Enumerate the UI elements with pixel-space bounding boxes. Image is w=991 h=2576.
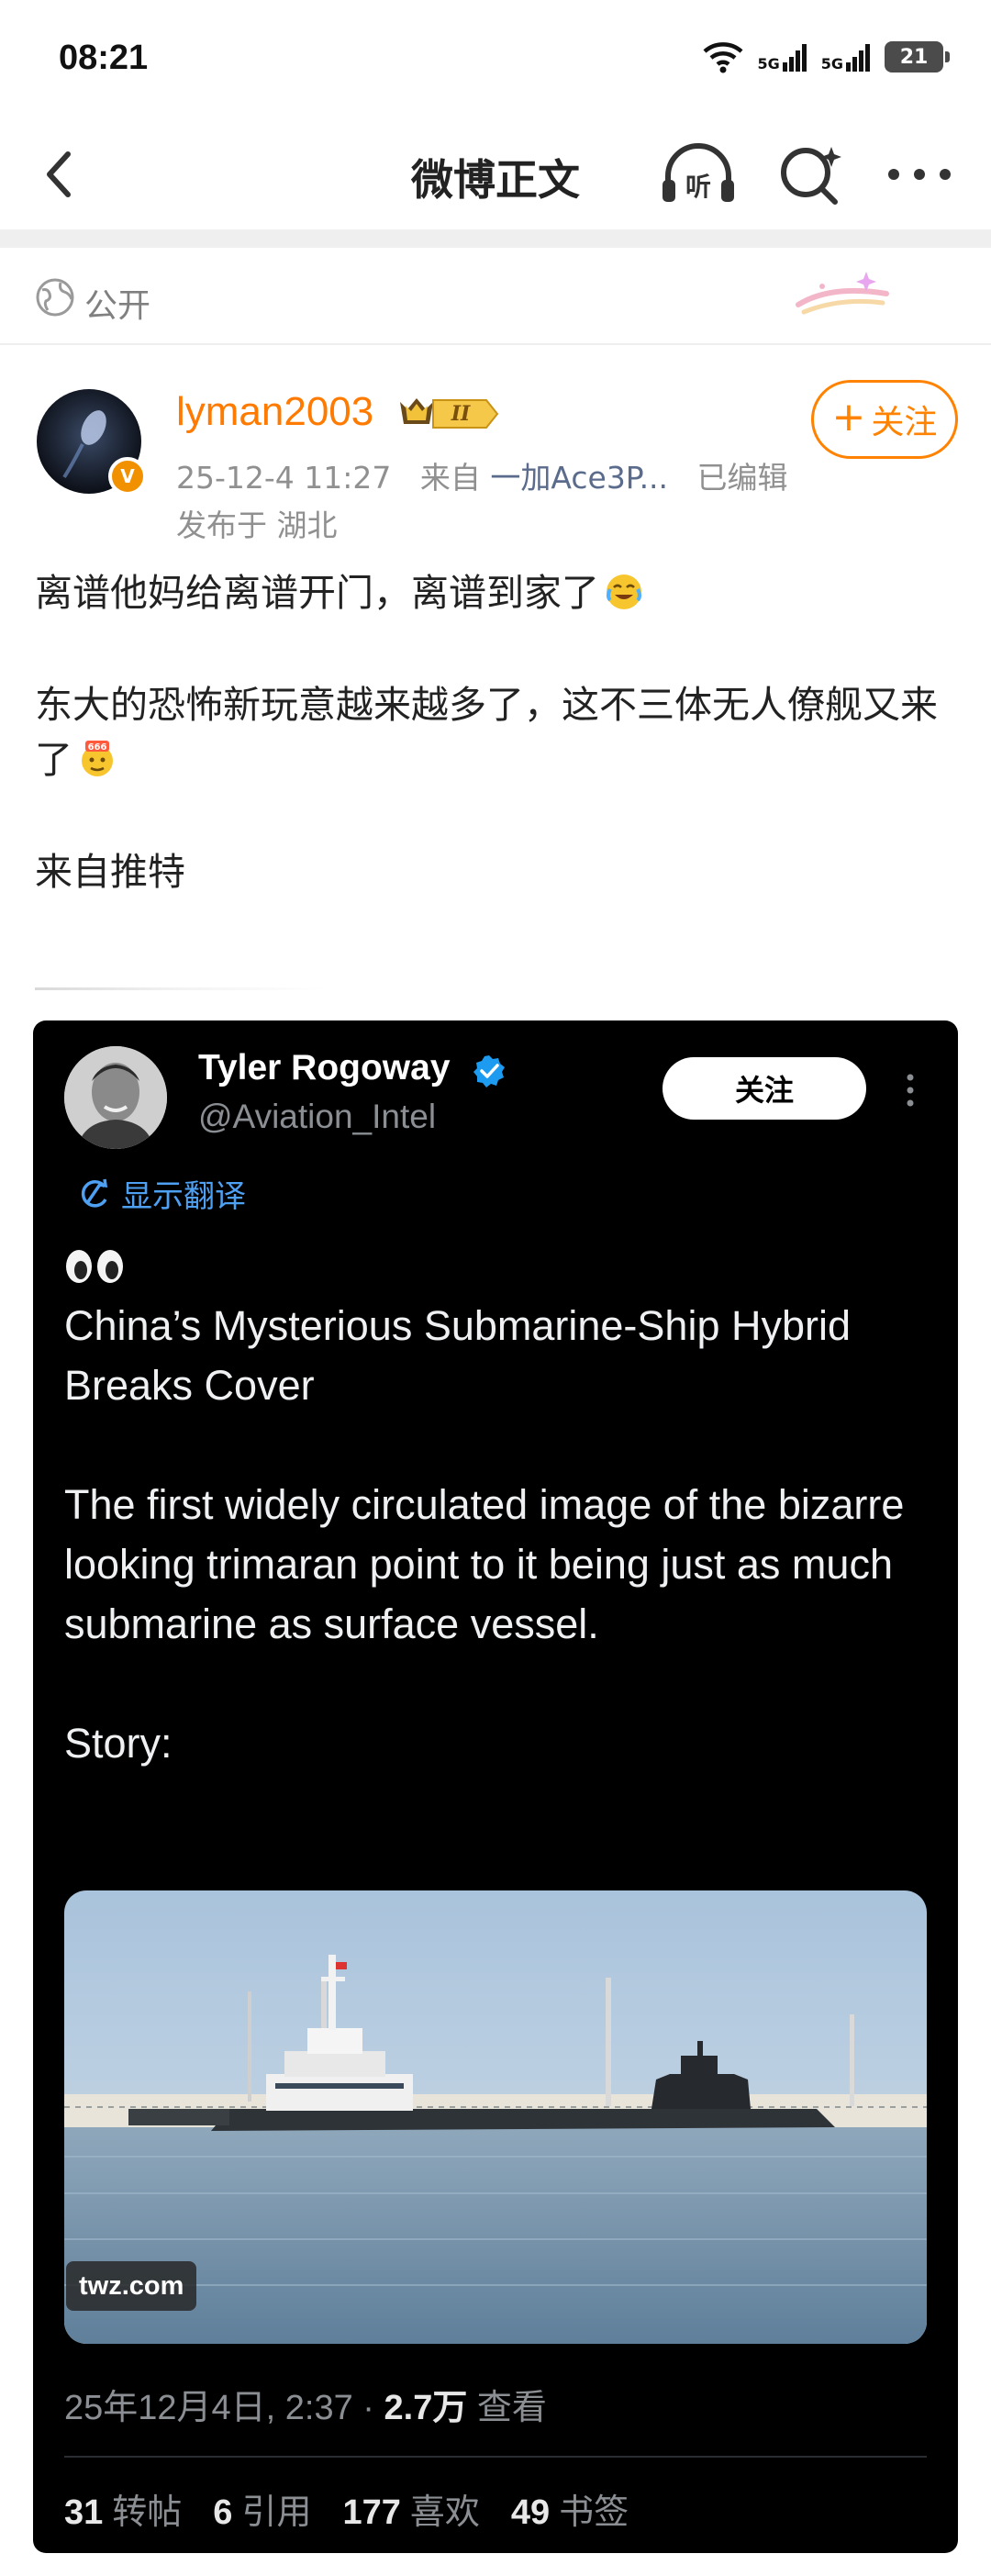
visibility-label: 公开 [84, 287, 151, 325]
network-type-label: 5G [820, 55, 843, 72]
tweet-date: 25年12月4日, 2:37 · 2.7万 查看 [64, 2379, 547, 2429]
post-text: 东大的恐怖新玩意越来越多了，这不三体无人僚舰又来了 [35, 683, 938, 782]
status-icons: 5G 5G 21 [702, 40, 950, 73]
status-time: 08:21 [59, 39, 149, 77]
post-source-device[interactable]: 一加Ace3P... [490, 460, 668, 496]
tweet-story-label: Story: [64, 1720, 173, 1767]
status-bar: 08:21 5G 5G 21 [0, 0, 991, 119]
stat-reposts: 31 转帖 [64, 2493, 183, 2532]
verified-v-badge: V [108, 457, 147, 496]
more-options-icon[interactable] [883, 139, 956, 209]
show-translation: 显示翻译 [75, 1171, 246, 1216]
svg-text:666: 666 [88, 742, 107, 753]
nav-bar: 微博正文 听 [0, 119, 991, 229]
stat-likes: 177 喜欢 [342, 2493, 480, 2532]
tweet-stats: 31 转帖 6 引用 177 喜欢 49 书签 [64, 2483, 629, 2534]
crown-level-badge-icon[interactable]: II [396, 393, 501, 435]
stat-bookmarks: 49 书签 [510, 2493, 629, 2532]
post-divider [35, 987, 328, 990]
search-icon[interactable] [776, 139, 846, 209]
666-thinking-emoji-icon: 666 [82, 741, 113, 776]
tweet-author-handle: @Aviation_Intel [198, 1098, 437, 1135]
image-source-tag: twz.com [66, 2261, 197, 2311]
wifi-icon [703, 42, 743, 73]
author-name[interactable]: lyman2003 [176, 389, 373, 435]
post-timestamp: 25-12-4 11:27 [176, 460, 392, 496]
source-prefix: 来自 [419, 460, 481, 496]
tweet-body: The first widely circulated image of the… [64, 1481, 905, 1647]
listen-label: 听 [685, 172, 711, 202]
post-text-paragraph: 东大的恐怖新玩意越来越多了，这不三体无人僚舰又来了 666 [35, 677, 962, 787]
crying-laughing-emoji-icon [607, 574, 641, 609]
plus-icon: + [831, 394, 866, 440]
translate-icon [81, 1178, 108, 1208]
globe-icon [36, 278, 74, 317]
tweet-follow-button: 关注 [663, 1057, 866, 1120]
tweet-author-avatar [64, 1046, 167, 1149]
stat-quotes: 6 引用 [213, 2493, 312, 2532]
tweet-stats-divider [64, 2456, 927, 2458]
battery-icon: 21 [885, 41, 950, 72]
level-text: II [451, 402, 471, 426]
eyes-emoji-icon [66, 1250, 123, 1283]
listen-button[interactable]: 听 [659, 138, 738, 211]
tweet-headline: China’s Mysterious Submarine-Ship Hybrid… [64, 1302, 852, 1409]
post-text-line: 离谱他妈给离谱开门，离谱到家了 [35, 565, 962, 620]
tweet-date-text: 25年12月4日, 2:37 · [64, 2389, 384, 2427]
tweet-screenshot-image[interactable]: Tyler Rogoway @Aviation_Intel 关注 显示翻译 Ch… [33, 1020, 958, 2553]
tweet-author-name: Tyler Rogoway [198, 1048, 451, 1087]
verified-check-icon [473, 1055, 505, 1087]
follow-button[interactable]: + 关注 [811, 380, 958, 459]
signal-5g-1-icon: 5G [757, 42, 807, 72]
signal-5g-2-icon: 5G [821, 42, 872, 72]
network-type-label: 5G [757, 55, 780, 72]
vertical-more-icon [907, 1074, 914, 1107]
tweet-views-label: 查看 [476, 2389, 547, 2427]
edited-label[interactable]: 已编辑 [697, 460, 788, 496]
translate-label: 显示翻译 [121, 1178, 246, 1215]
visibility-row: 公开 [0, 248, 991, 345]
post-text: 离谱他妈给离谱开门，离谱到家了 [35, 571, 599, 615]
post-meta: 25-12-4 11:27 来自 一加Ace3P... 已编辑 [176, 453, 788, 497]
follow-label: 关注 [871, 404, 938, 441]
sparkle-decoration-icon [796, 272, 889, 315]
headphones-icon: 听 [663, 143, 734, 202]
post-location: 发布于 湖北 [176, 507, 338, 543]
section-divider [0, 229, 991, 248]
post-text-source: 来自推特 [35, 850, 185, 894]
tweet-views-count: 2.7万 [384, 2389, 468, 2427]
